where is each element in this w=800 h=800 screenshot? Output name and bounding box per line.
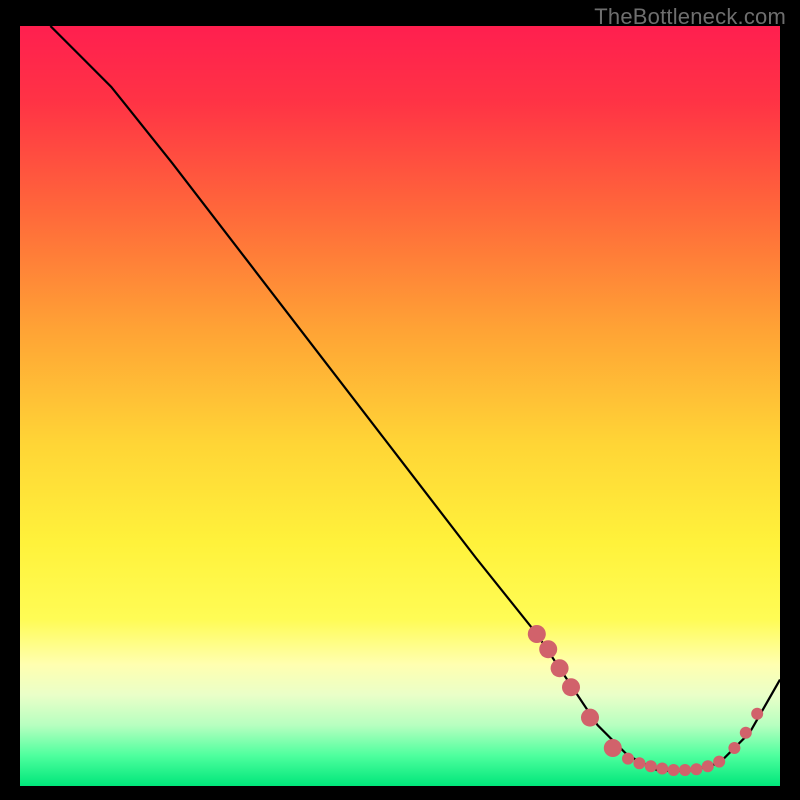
marker-dot: [728, 742, 740, 754]
marker-dot: [702, 760, 714, 772]
marker-dot: [528, 625, 546, 643]
marker-dot: [562, 678, 580, 696]
marker-dot: [656, 763, 668, 775]
marker-dot: [539, 640, 557, 658]
chart-plot: [20, 26, 780, 786]
marker-dot: [622, 753, 634, 765]
marker-dot: [751, 708, 763, 720]
chart-stage: TheBottleneck.com: [0, 0, 800, 800]
chart-svg: [20, 26, 780, 786]
marker-dot: [740, 727, 752, 739]
watermark-text: TheBottleneck.com: [594, 4, 786, 30]
chart-background: [20, 26, 780, 786]
marker-dot: [645, 760, 657, 772]
marker-dot: [581, 709, 599, 727]
marker-dot: [690, 763, 702, 775]
marker-dot: [551, 659, 569, 677]
marker-dot: [679, 764, 691, 776]
marker-dot: [668, 764, 680, 776]
marker-dot: [713, 756, 725, 768]
marker-dot: [604, 739, 622, 757]
marker-dot: [633, 757, 645, 769]
